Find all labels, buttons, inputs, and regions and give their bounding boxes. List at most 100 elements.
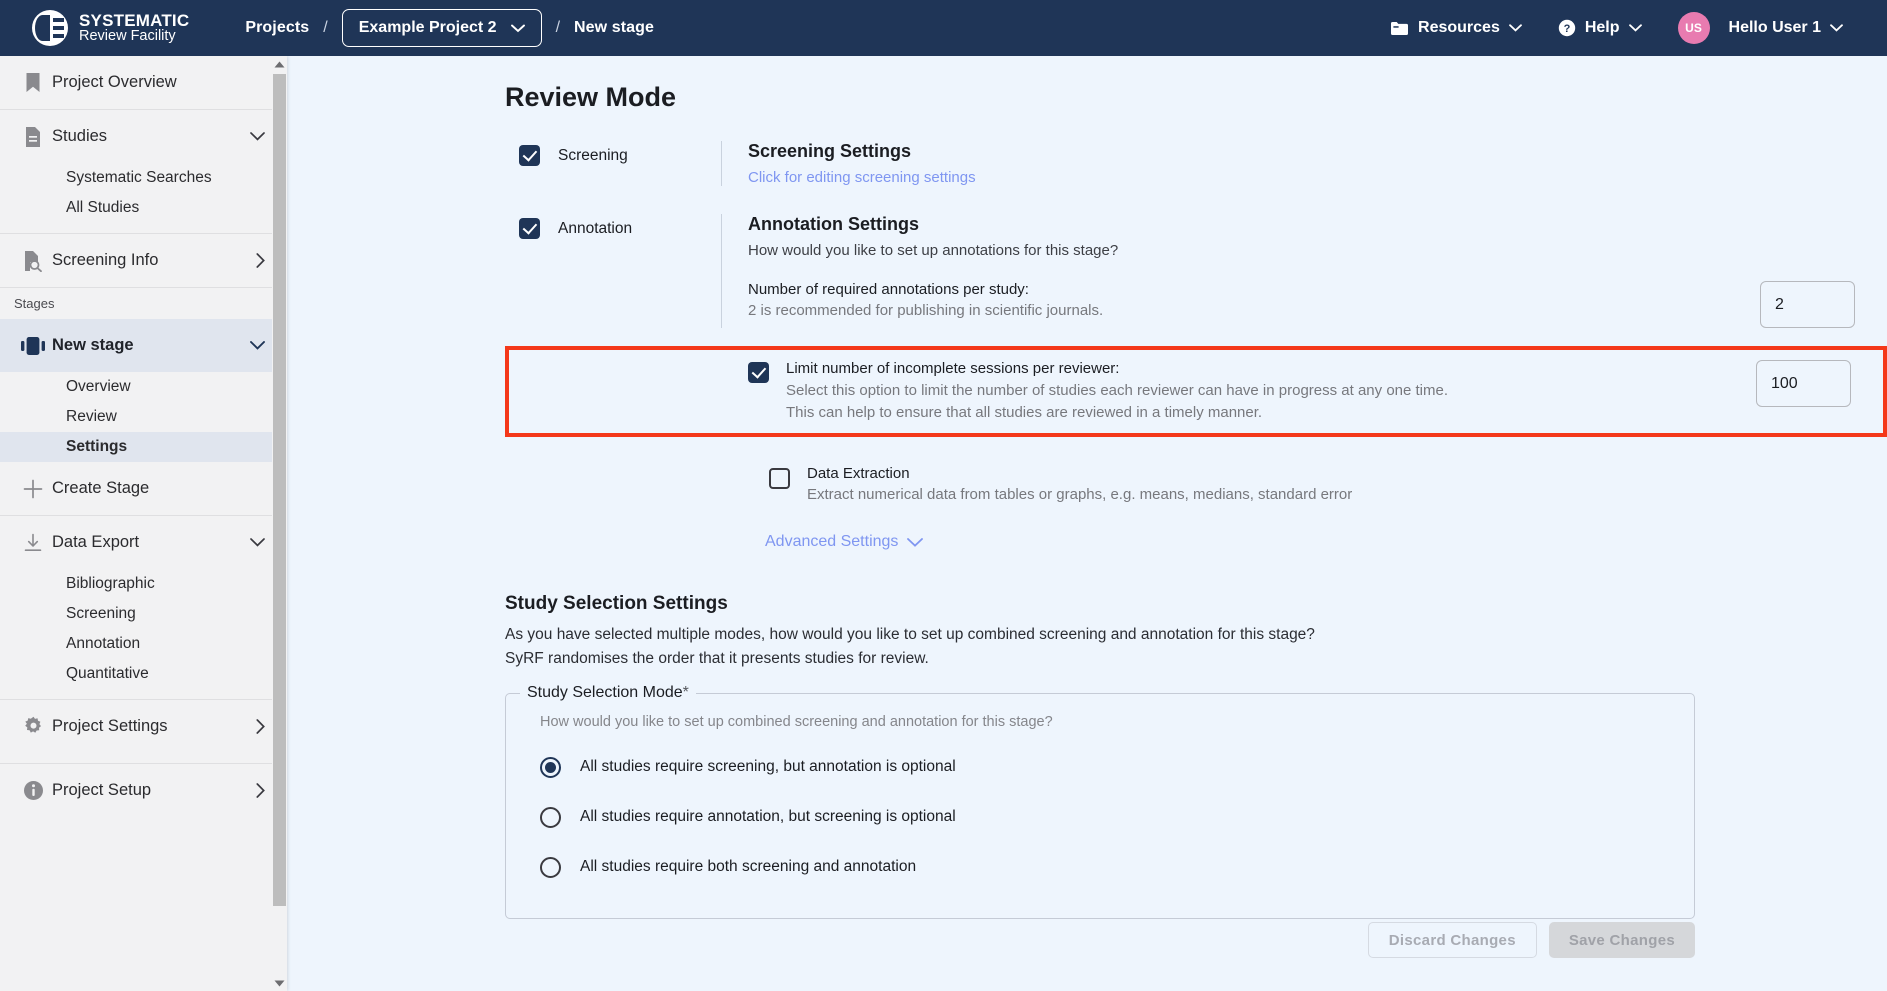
chevron-down-icon[interactable] [250, 132, 265, 141]
sidebar-item-systematic-searches[interactable]: Systematic Searches [0, 163, 287, 193]
annotation-settings-panel: Annotation Settings How would you like t… [722, 214, 1887, 328]
study-selection-option-2[interactable]: All studies require both screening and a… [528, 842, 1672, 892]
data-extraction-row[interactable]: Data Extraction Extract numerical data f… [765, 465, 1887, 503]
sidebar-item-stage-review[interactable]: Review [0, 402, 287, 432]
top-right-menu: Resources ? Help US Hello User 1 [1372, 12, 1861, 44]
brand-logo[interactable]: SYSTEMATIC Review Facility [32, 10, 189, 46]
sidebar-item-data-export[interactable]: Data Export [0, 516, 287, 569]
advanced-settings-toggle[interactable]: Advanced Settings [765, 533, 1887, 551]
sidebar-label-stage-settings: Settings [66, 438, 127, 456]
advanced-settings-label: Advanced Settings [765, 533, 898, 551]
chevron-down-icon [1830, 24, 1843, 32]
info-icon [14, 780, 52, 801]
sidebar-item-project-overview[interactable]: Project Overview [0, 56, 287, 109]
annotation-checkbox[interactable] [519, 218, 540, 239]
limit-sessions-highlight-wrapper: Limit number of incomplete sessions per … [505, 346, 1887, 437]
screening-mode-row: Screening Screening Settings Click for e… [505, 141, 1887, 186]
sidebar-label-project-overview: Project Overview [52, 73, 265, 92]
sidebar-item-export-quantitative[interactable]: Quantitative [0, 659, 287, 689]
screening-checkbox-label: Screening [558, 147, 628, 165]
annotation-mode-row: Annotation Annotation Settings How would… [505, 214, 1887, 328]
limit-sessions-desc-line-2: This can help to ensure that all studies… [786, 403, 1448, 424]
chevron-down-icon [1629, 24, 1642, 32]
document-icon [14, 126, 52, 148]
study-selection-mode-fieldset: Study Selection Mode* How would you like… [505, 693, 1695, 919]
study-selection-desc-line-2: SyRF randomises the order that it presen… [505, 648, 1695, 670]
sidebar-item-new-stage[interactable]: New stage [0, 319, 287, 372]
scroll-up-arrow-icon[interactable] [272, 56, 287, 72]
plus-icon [14, 479, 52, 499]
sidebar-label-all-studies: All Studies [66, 199, 139, 217]
radio-annotation-required[interactable] [540, 807, 561, 828]
project-selector-label: Example Project 2 [359, 19, 497, 37]
chevron-right-icon[interactable] [256, 253, 265, 268]
user-menu[interactable]: US Hello User 1 [1660, 12, 1861, 44]
limit-sessions-highlight-box: Limit number of incomplete sessions per … [505, 346, 1887, 437]
sidebar-scrollbar[interactable] [272, 56, 287, 991]
scroll-down-arrow-icon[interactable] [272, 975, 287, 991]
footer-actions: Discard Changes Save Changes [1368, 922, 1695, 958]
limit-sessions-input[interactable]: 100 [1756, 360, 1851, 407]
radio-both-required[interactable] [540, 857, 561, 878]
save-changes-button[interactable]: Save Changes [1549, 922, 1695, 958]
required-annotations-label: Number of required annotations per study… [748, 281, 1103, 298]
brand-line-1: SYSTEMATIC [79, 12, 189, 29]
sidebar-item-project-settings[interactable]: Project Settings [0, 700, 287, 753]
sidebar-label-new-stage: New stage [52, 336, 250, 355]
sidebar-item-create-stage[interactable]: Create Stage [0, 462, 287, 515]
radio-label-0: All studies require screening, but annot… [580, 758, 956, 776]
radio-screening-required[interactable] [540, 757, 561, 778]
sidebar-item-stage-settings[interactable]: Settings [0, 432, 287, 462]
chevron-down-icon[interactable] [250, 538, 265, 547]
screening-settings-link[interactable]: Click for editing screening settings [748, 169, 1887, 186]
study-selection-mode-legend-text: Study Selection Mode [527, 684, 683, 701]
sidebar-label-export-annotation: Annotation [66, 635, 140, 653]
study-selection-option-1[interactable]: All studies require annotation, but scre… [528, 792, 1672, 842]
sidebar-item-all-studies[interactable]: All Studies [0, 193, 287, 223]
radio-label-1: All studies require annotation, but scre… [580, 808, 956, 826]
chevron-right-icon[interactable] [256, 783, 265, 798]
sidebar-item-studies[interactable]: Studies [0, 110, 287, 163]
chevron-down-icon[interactable] [250, 341, 265, 350]
discard-changes-button[interactable]: Discard Changes [1368, 922, 1537, 958]
data-extraction-checkbox[interactable] [769, 468, 790, 489]
sidebar-spacer [0, 223, 287, 233]
sidebar-label-systematic-searches: Systematic Searches [66, 169, 212, 187]
annotation-checkbox-group[interactable]: Annotation [505, 218, 632, 239]
help-circle-icon: ? [1558, 19, 1576, 37]
sidebar-item-screening-info[interactable]: Screening Info [0, 234, 287, 287]
syrf-logo-icon [32, 10, 68, 46]
sidebar-label-stage-overview: Overview [66, 378, 131, 396]
sidebar-scrollbar-thumb[interactable] [273, 74, 286, 906]
required-annotations-input[interactable]: 2 [1760, 281, 1855, 328]
sidebar-section-stages: Stages [0, 288, 287, 319]
help-menu[interactable]: ? Help [1540, 19, 1660, 37]
limit-sessions-desc-line-1: Select this option to limit the number o… [786, 381, 1448, 402]
help-label: Help [1585, 19, 1620, 37]
limit-sessions-label: Limit number of incomplete sessions per … [786, 360, 1448, 377]
project-selector-dropdown[interactable]: Example Project 2 [342, 9, 542, 47]
limit-sessions-checkbox[interactable] [748, 362, 769, 383]
chevron-down-icon [511, 24, 525, 33]
radio-label-2: All studies require both screening and a… [580, 858, 916, 876]
sidebar-item-stage-overview[interactable]: Overview [0, 372, 287, 402]
chevron-right-icon[interactable] [256, 719, 265, 734]
annotation-checkbox-label: Annotation [558, 220, 632, 238]
sidebar-item-export-bibliographic[interactable]: Bibliographic [0, 569, 287, 599]
required-annotations-row: Number of required annotations per study… [748, 281, 1887, 328]
sidebar-label-quantitative: Quantitative [66, 665, 149, 683]
sidebar-item-export-screening[interactable]: Screening [0, 599, 287, 629]
sidebar-label-project-setup: Project Setup [52, 781, 256, 800]
sidebar-item-project-setup[interactable]: Project Setup [0, 764, 287, 817]
resources-menu[interactable]: Resources [1372, 19, 1540, 37]
breadcrumb-projects[interactable]: Projects [245, 19, 309, 37]
sidebar-item-export-annotation[interactable]: Annotation [0, 629, 287, 659]
screening-checkbox-group[interactable]: Screening [505, 145, 628, 166]
brand-text: SYSTEMATIC Review Facility [79, 12, 189, 44]
breadcrumb-stage[interactable]: New stage [574, 19, 654, 37]
document-search-icon [14, 250, 52, 272]
study-selection-option-0[interactable]: All studies require screening, but annot… [528, 742, 1672, 792]
screening-checkbox[interactable] [519, 145, 540, 166]
sidebar-label-studies: Studies [52, 127, 250, 146]
breadcrumb-separator-1: / [323, 19, 327, 37]
